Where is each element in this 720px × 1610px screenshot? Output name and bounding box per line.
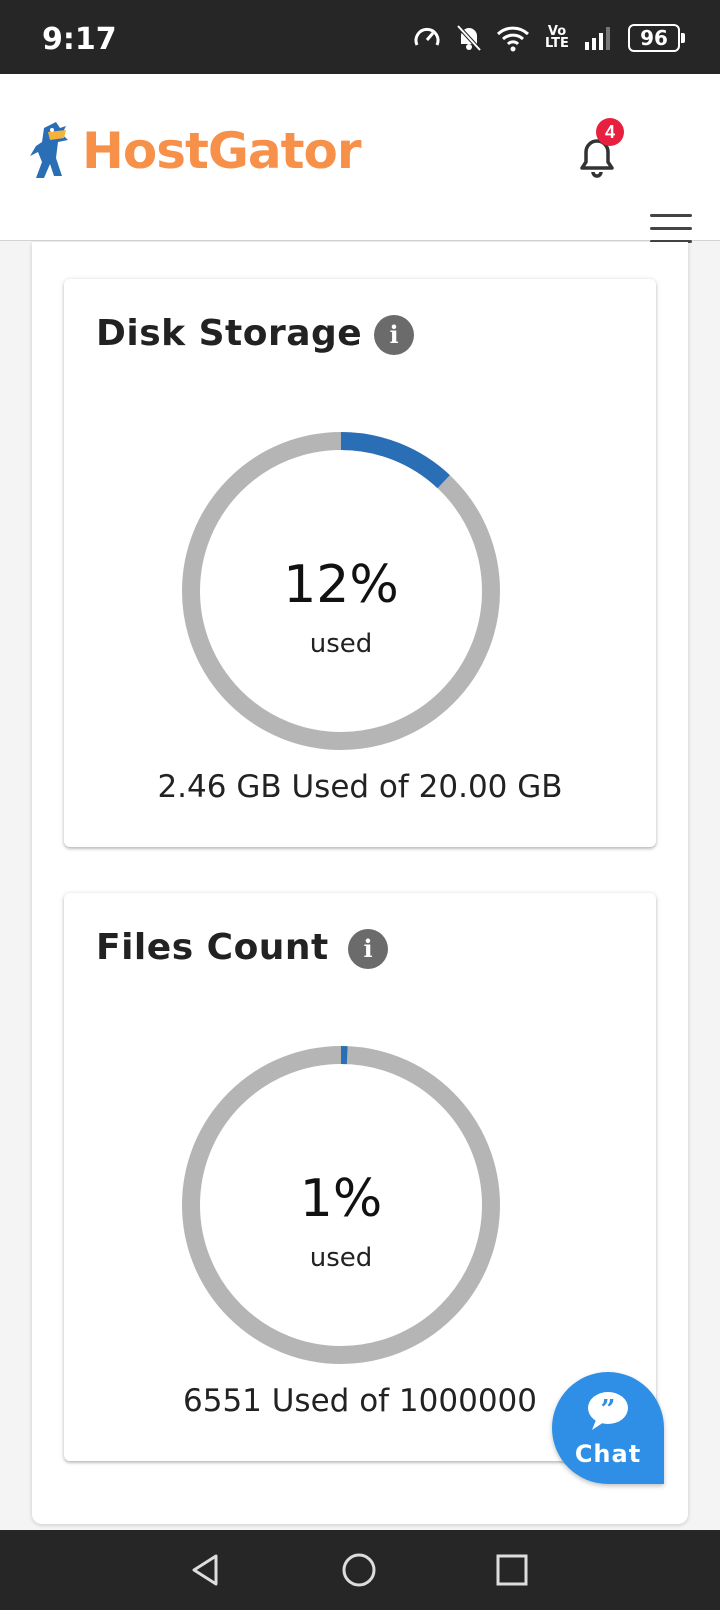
info-icon[interactable]: i [348,929,388,969]
status-time: 9:17 [42,22,117,57]
chat-bubble-icon: ” [588,1392,628,1430]
chat-label: Chat [574,1440,642,1468]
gauge-fill [340,432,450,489]
files-usage-gauge: 1% used [181,1045,501,1365]
battery-icon: 96 [628,24,685,52]
system-nav-bar [0,1530,720,1610]
card-title: Disk Storage [96,313,363,354]
hostgator-logo[interactable]: HostGator [26,118,362,184]
info-icon[interactable]: i [374,315,414,355]
chat-button[interactable]: ” Chat [552,1372,664,1484]
home-icon[interactable] [341,1552,377,1588]
svg-text:”: ” [601,1395,616,1425]
gauge-used-label: used [309,629,373,659]
hamburger-menu-icon[interactable] [650,214,692,244]
usage-caption: 2.46 GB Used of 20.00 GB [157,769,563,805]
gauge-percent: 1% [299,1169,383,1229]
app-header: HostGator [0,74,720,244]
disk-storage-card: Disk Storage i 12% used 2.46 GB Used of … [64,279,656,847]
wifi-icon [496,26,530,52]
status-bar: 9:17 Vo LTE 96 [0,0,720,74]
status-icons: Vo LTE 96 [412,24,685,52]
disk-usage-gauge: 12% used [181,431,501,751]
signal-icon [585,27,610,50]
files-count-card: Files Count i 1% used 6551 Used of 10000… [64,893,656,1461]
data-saver-icon [414,27,440,46]
gauge-used-label: used [309,1243,373,1273]
mute-icon [456,24,482,52]
notification-badge: 4 [596,118,624,146]
gator-mascot-icon [30,122,68,178]
recents-icon[interactable] [494,1552,530,1588]
card-title: Files Count [96,927,329,968]
logo-text: HostGator [82,122,362,180]
gauge-percent: 12% [283,555,399,615]
volte-icon: Vo LTE [545,24,569,51]
back-icon[interactable] [188,1552,224,1588]
